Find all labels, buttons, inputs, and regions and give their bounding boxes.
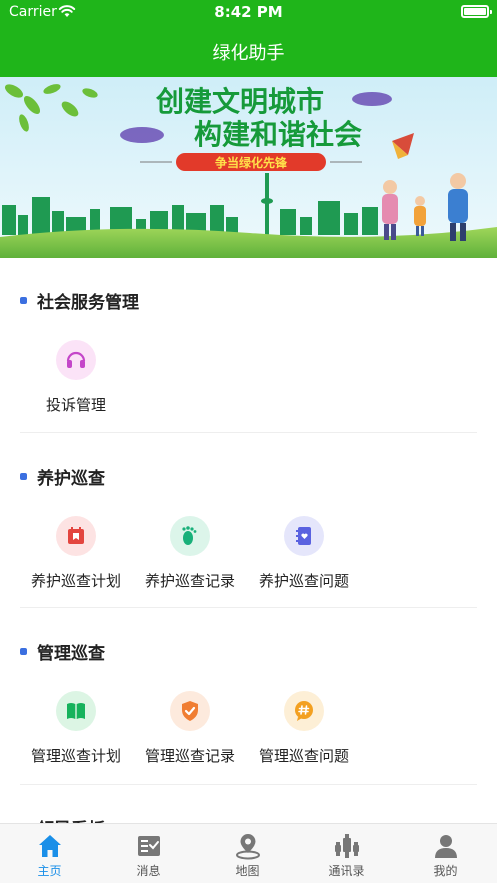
- section-header: 养护巡查: [20, 465, 105, 489]
- section-title: 管理巡查: [37, 643, 105, 664]
- section-title: 领导看板: [37, 815, 105, 824]
- tab-profile[interactable]: 我的: [396, 824, 495, 883]
- calendar-bookmark-icon: [56, 516, 96, 556]
- tile-maintenance-plan[interactable]: 养护巡查计划: [19, 516, 133, 596]
- section-bullet-icon: [20, 472, 27, 480]
- tab-map[interactable]: 地图: [198, 824, 297, 883]
- tile-management-plan[interactable]: 管理巡查计划: [19, 691, 133, 771]
- tile-label: 管理巡查记录: [144, 747, 235, 765]
- map-pin-icon: [236, 834, 260, 860]
- heart-book-icon: [284, 516, 324, 556]
- footprint-icon: [170, 516, 210, 556]
- open-book-icon: [56, 691, 96, 731]
- tab-home[interactable]: 主页: [0, 824, 99, 883]
- banner-headline-1: 创建文明城市: [155, 85, 324, 118]
- home-icon: [39, 835, 61, 857]
- tab-contacts[interactable]: 通讯录: [297, 824, 396, 883]
- clock: 8:42 PM: [214, 3, 283, 21]
- section-title: 社会服务管理: [37, 292, 139, 313]
- contacts-icon: [335, 834, 359, 858]
- section-bullet-icon: [20, 647, 27, 655]
- headset-icon: [56, 340, 96, 380]
- status-bar: Carrier 8:42 PM: [0, 0, 497, 26]
- tile-label: 养护巡查问题: [258, 572, 349, 590]
- section-bullet-icon: [20, 296, 27, 304]
- main-content[interactable]: 社会服务管理 投诉管理 养护巡查 养护巡查计划 养护巡查记录 养护巡查问题 管理…: [0, 258, 497, 823]
- top-bar: Carrier 8:42 PM 绿化助手: [0, 0, 497, 77]
- tile-label: 养护巡查记录: [144, 572, 235, 590]
- banner-slogan: 争当绿化先锋: [215, 155, 288, 170]
- tile-maintenance-issue[interactable]: 养护巡查问题: [247, 516, 361, 596]
- section-header: 社会服务管理: [20, 289, 139, 313]
- tab-label: 地图: [235, 864, 260, 878]
- message-list-icon: [138, 836, 160, 856]
- page-title: 绿化助手: [212, 43, 285, 64]
- hashtag-chat-icon: [284, 691, 324, 731]
- section-header: 领导看板: [20, 815, 105, 824]
- profile-icon: [435, 835, 457, 858]
- tile-label: 投诉管理: [45, 396, 106, 414]
- bottom-tab-bar: 主页 消息 地图 通讯录 我的: [0, 823, 497, 883]
- tab-label: 我的: [433, 864, 458, 878]
- section-title: 养护巡查: [37, 468, 105, 489]
- tile-label: 管理巡查问题: [258, 747, 349, 765]
- app-screen: Carrier 8:42 PM 绿化助手 创建文明城市 构建和谐社会 争当绿化先…: [0, 0, 497, 883]
- tab-messages[interactable]: 消息: [99, 824, 198, 883]
- tile-management-issue[interactable]: 管理巡查问题: [247, 691, 361, 771]
- tab-label: 主页: [37, 864, 62, 878]
- shield-check-icon: [170, 691, 210, 731]
- tile-management-record[interactable]: 管理巡查记录: [133, 691, 247, 771]
- divider: [20, 432, 477, 433]
- divider: [20, 784, 477, 785]
- tile-label: 管理巡查计划: [30, 747, 121, 765]
- tile-complaint-management[interactable]: 投诉管理: [19, 340, 133, 420]
- battery-icon: [461, 5, 492, 18]
- divider: [20, 607, 477, 608]
- section-header: 管理巡查: [20, 640, 105, 664]
- tab-label: 通讯录: [328, 864, 365, 878]
- banner-headline-2: 构建和谐社会: [194, 118, 362, 151]
- tile-maintenance-record[interactable]: 养护巡查记录: [133, 516, 247, 596]
- tile-label: 养护巡查计划: [30, 572, 121, 590]
- promo-banner[interactable]: 创建文明城市 构建和谐社会 争当绿化先锋: [0, 77, 497, 258]
- tab-label: 消息: [136, 864, 161, 878]
